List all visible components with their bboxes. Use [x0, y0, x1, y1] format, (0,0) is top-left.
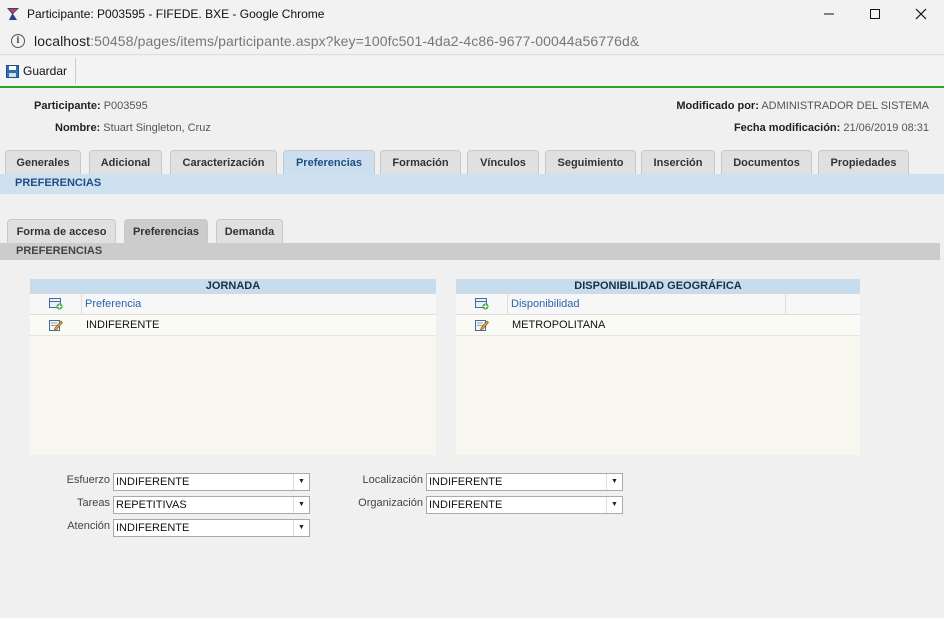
edit-row-button[interactable] — [30, 315, 82, 336]
save-button[interactable]: Guardar — [6, 58, 77, 84]
esfuerzo-select[interactable]: INDIFERENTE ▼ — [113, 473, 310, 491]
tab-formacion[interactable]: Formación — [380, 150, 461, 174]
subtab-demanda[interactable]: Demanda — [216, 219, 283, 243]
localizacion-value: INDIFERENTE — [429, 476, 503, 488]
info-icon[interactable]: i — [11, 34, 25, 48]
table-row[interactable]: METROPOLITANA — [456, 315, 860, 336]
chevron-down-icon: ▼ — [606, 497, 622, 513]
esfuerzo-value: INDIFERENTE — [116, 476, 190, 488]
url-host: localhost — [34, 33, 91, 49]
jornada-grid-header: Preferencia — [30, 293, 436, 315]
subtab-forma-de-acceso[interactable]: Forma de acceso — [7, 219, 116, 243]
url-text[interactable]: localhost:50458/pages/items/participante… — [34, 33, 639, 49]
nombre-label: Nombre: — [55, 122, 101, 134]
add-row-button[interactable] — [30, 293, 82, 315]
disponibilidad-grid: DISPONIBILIDAD GEOGRÁFICA Disponibilidad… — [456, 279, 860, 455]
window-titlebar: Participante: P003595 - FIFEDE. BXE - Go… — [0, 0, 944, 28]
tab-propiedades[interactable]: Propiedades — [818, 150, 909, 174]
save-disk-icon — [6, 64, 19, 78]
tab-generales[interactable]: Generales — [5, 150, 81, 174]
edit-row-button[interactable] — [456, 315, 508, 336]
organizacion-label: Organización — [358, 497, 423, 509]
modificado-label: Modificado por: — [676, 100, 759, 112]
atencion-label: Atención — [67, 520, 110, 532]
close-icon — [915, 8, 927, 20]
chevron-down-icon: ▼ — [293, 497, 309, 513]
record-header: Participante: P003595 Nombre: Stuart Sin… — [0, 90, 944, 146]
add-row-button[interactable] — [456, 293, 508, 315]
table-row[interactable]: INDIFERENTE — [30, 315, 436, 336]
tab-seguimiento[interactable]: Seguimiento — [545, 150, 636, 174]
fecha-value: 21/06/2019 08:31 — [843, 122, 929, 134]
tab-preferencias[interactable]: Preferencias — [283, 150, 375, 175]
chevron-down-icon: ▼ — [606, 474, 622, 490]
maximize-button[interactable] — [852, 0, 898, 28]
fecha-label: Fecha modificación: — [733, 122, 841, 134]
localizacion-select[interactable]: INDIFERENTE ▼ — [426, 473, 623, 491]
add-row-icon — [474, 298, 488, 310]
localizacion-label: Localización — [362, 474, 423, 486]
tab-vinculos[interactable]: Vínculos — [467, 150, 539, 174]
tab-adicional[interactable]: Adicional — [89, 150, 162, 174]
organizacion-value: INDIFERENTE — [429, 499, 503, 511]
tareas-label: Tareas — [76, 497, 110, 509]
edit-icon — [49, 320, 63, 331]
main-tabs: Generales Adicional Caracterización Pref… — [0, 150, 944, 175]
tab-documentos[interactable]: Documentos — [721, 150, 812, 174]
sub-tabs: Forma de acceso Preferencias Demanda — [0, 219, 944, 243]
modificado-info: Modificado por: ADMINISTRADOR DEL SISTEM… — [676, 100, 929, 112]
minimize-icon — [824, 13, 834, 15]
subsection-title: PREFERENCIAS — [0, 243, 940, 260]
participante-label: Participante: — [34, 100, 101, 112]
jornada-row-value: INDIFERENTE — [86, 319, 160, 331]
atencion-select[interactable]: INDIFERENTE ▼ — [113, 519, 310, 537]
toolbar: Guardar — [0, 56, 944, 88]
nombre-info: Nombre: Stuart Singleton, Cruz — [55, 122, 211, 134]
organizacion-select[interactable]: INDIFERENTE ▼ — [426, 496, 623, 514]
url-path: :50458/pages/items/participante.aspx?key… — [90, 33, 640, 49]
app-logo-icon — [7, 8, 19, 20]
tab-insercion[interactable]: Inserción — [641, 150, 715, 174]
column-header-preferencia[interactable]: Preferencia — [82, 298, 141, 310]
participante-value: P003595 — [103, 100, 148, 112]
tab-caracterizacion[interactable]: Caracterización — [170, 150, 277, 174]
modificado-value: ADMINISTRADOR DEL SISTEMA — [761, 100, 929, 112]
disponibilidad-row-value: METROPOLITANA — [512, 319, 606, 331]
edit-icon — [475, 320, 489, 331]
close-button[interactable] — [898, 0, 944, 28]
chevron-down-icon: ▼ — [293, 520, 309, 536]
maximize-icon — [870, 9, 880, 19]
chevron-down-icon: ▼ — [293, 474, 309, 490]
disponibilidad-grid-header: Disponibilidad — [456, 293, 860, 315]
atencion-value: INDIFERENTE — [116, 522, 190, 534]
save-label: Guardar — [23, 64, 68, 78]
add-row-icon — [48, 298, 62, 310]
subtab-preferencias[interactable]: Preferencias — [124, 219, 208, 243]
tareas-value: REPETITIVAS — [116, 499, 187, 511]
jornada-grid: JORNADA Preferencia INDIFERENTE — [30, 279, 436, 455]
participante-info: Participante: P003595 — [34, 100, 148, 112]
esfuerzo-label: Esfuerzo — [66, 474, 110, 486]
tareas-select[interactable]: REPETITIVAS ▼ — [113, 496, 310, 514]
minimize-button[interactable] — [806, 0, 852, 28]
nombre-value: Stuart Singleton, Cruz — [103, 122, 211, 134]
section-title: PREFERENCIAS — [0, 174, 944, 194]
jornada-grid-title: JORNADA — [30, 279, 436, 294]
window-title: Participante: P003595 - FIFEDE. BXE - Go… — [27, 7, 325, 21]
disponibilidad-grid-title: DISPONIBILIDAD GEOGRÁFICA — [456, 279, 860, 294]
fecha-info: Fecha modificación: 21/06/2019 08:31 — [734, 122, 929, 134]
column-header-disponibilidad[interactable]: Disponibilidad — [508, 293, 786, 315]
address-bar[interactable]: i localhost:50458/pages/items/participan… — [0, 28, 944, 55]
